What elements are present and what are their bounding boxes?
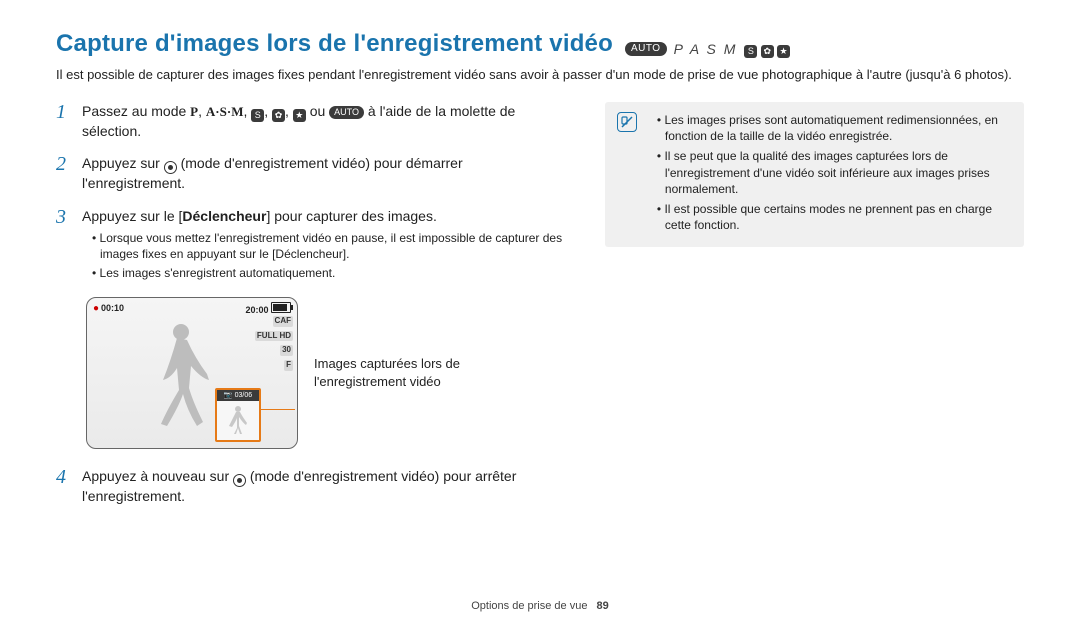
note-box: Les images prises sont automatiquement r… xyxy=(605,102,1024,247)
page-footer: Options de prise de vue 89 xyxy=(0,599,1080,614)
step-text: ] pour capturer des images. xyxy=(266,208,436,224)
record-button-icon xyxy=(233,474,246,487)
intro-text: Il est possible de capturer des images f… xyxy=(56,66,1024,84)
mode-strip: AUTO P A S M S ✿ ★ xyxy=(625,40,790,59)
fps-icon: 30 xyxy=(280,345,293,356)
shot-right-top: 20:00 xyxy=(245,302,291,316)
magic-icon: ★ xyxy=(293,109,306,122)
step-number: 3 xyxy=(56,207,70,286)
bullet: Lorsque vous mettez l'enregistrement vid… xyxy=(92,230,565,262)
step-2: 2 Appuyez sur (mode d'enregistrement vid… xyxy=(56,154,565,197)
title-row: Capture d'images lors de l'enregistremen… xyxy=(56,28,1024,60)
mode-glyphs: S ✿ ★ xyxy=(744,40,790,58)
shot-topbar: ●00:10 20:00 xyxy=(93,302,291,316)
step-text: Passez au mode xyxy=(82,103,190,119)
scene-icon: ✿ xyxy=(272,109,285,122)
sub-bullets: Lorsque vous mettez l'enregistrement vid… xyxy=(82,230,565,281)
note-icon xyxy=(617,112,637,132)
step-text: Appuyez sur le [ xyxy=(82,208,182,224)
note-list: Les images prises sont automatiquement r… xyxy=(647,112,1012,237)
note-item: Il se peut que la qualité des images cap… xyxy=(657,148,1012,197)
capture-thumbnail: 📷 03/06 xyxy=(215,388,261,442)
scene-icon: ✿ xyxy=(761,45,774,58)
auto-pill: AUTO xyxy=(329,106,364,119)
smart-icon: S xyxy=(744,45,757,58)
caf-icon: CAF xyxy=(273,316,293,327)
camera-screenshot: ●00:10 20:00 CAF FULL HD 30 F xyxy=(86,297,298,449)
step-body: Appuyez sur le [Déclencheur] pour captur… xyxy=(82,207,565,286)
manual-page: Capture d'images lors de l'enregistremen… xyxy=(0,0,1080,630)
total-time: 20:00 xyxy=(245,305,268,315)
columns: 1 Passez au mode P, A·S·M, S, ✿, ★ ou AU… xyxy=(56,102,1024,520)
mode-letters: P A S M xyxy=(674,40,738,59)
step-number: 4 xyxy=(56,467,70,510)
thumb-counter: 03/06 xyxy=(235,391,253,400)
screenshot-caption: Images capturées lors de l'enregistremen… xyxy=(314,355,474,390)
thumb-header: 📷 03/06 xyxy=(217,390,259,401)
note-item: Il est possible que certains modes ne pr… xyxy=(657,201,1012,233)
magic-icon: ★ xyxy=(777,45,790,58)
step-number: 2 xyxy=(56,154,70,197)
step-body: Appuyez à nouveau sur (mode d'enregistre… xyxy=(82,467,565,510)
step-4: 4 Appuyez à nouveau sur (mode d'enregist… xyxy=(56,467,565,510)
bullet: Les images s'enregistrent automatiquemen… xyxy=(92,265,565,281)
step-number: 1 xyxy=(56,102,70,144)
shot-right-icons: CAF FULL HD 30 F xyxy=(255,316,293,371)
fullhd-icon: FULL HD xyxy=(255,331,293,342)
battery-icon xyxy=(271,302,291,313)
step-1: 1 Passez au mode P, A·S·M, S, ✿, ★ ou AU… xyxy=(56,102,565,144)
mode-p: P xyxy=(190,104,198,119)
step-text: Appuyez sur xyxy=(82,155,164,171)
step-text: Appuyez à nouveau sur xyxy=(82,468,233,484)
fader-icon: F xyxy=(284,360,293,371)
step-text: ou xyxy=(310,103,329,119)
col-right: Les images prises sont automatiquement r… xyxy=(605,102,1024,520)
col-left: 1 Passez au mode P, A·S·M, S, ✿, ★ ou AU… xyxy=(56,102,565,520)
record-button-icon xyxy=(164,161,177,174)
step-body: Passez au mode P, A·S·M, S, ✿, ★ ou AUTO… xyxy=(82,102,565,144)
rec-dot-icon: ● xyxy=(93,303,99,314)
screenshot-row: ●00:10 20:00 CAF FULL HD 30 F xyxy=(86,297,565,449)
mode-asm: A·S·M xyxy=(206,104,244,119)
footer-section: Options de prise de vue xyxy=(471,600,587,612)
dancer-silhouette xyxy=(147,320,217,435)
auto-pill: AUTO xyxy=(625,42,667,56)
smart-icon: S xyxy=(251,109,264,122)
page-number: 89 xyxy=(597,600,609,612)
camera-icon: 📷 xyxy=(224,391,233,400)
callout-line xyxy=(259,409,295,410)
note-item: Les images prises sont automatiquement r… xyxy=(657,112,1012,144)
shutter-label: Déclencheur xyxy=(182,208,266,224)
step-3: 3 Appuyez sur le [Déclencheur] pour capt… xyxy=(56,207,565,286)
step-body: Appuyez sur (mode d'enregistrement vidéo… xyxy=(82,154,565,197)
rec-time: ●00:10 xyxy=(93,302,124,316)
page-title: Capture d'images lors de l'enregistremen… xyxy=(56,28,613,60)
